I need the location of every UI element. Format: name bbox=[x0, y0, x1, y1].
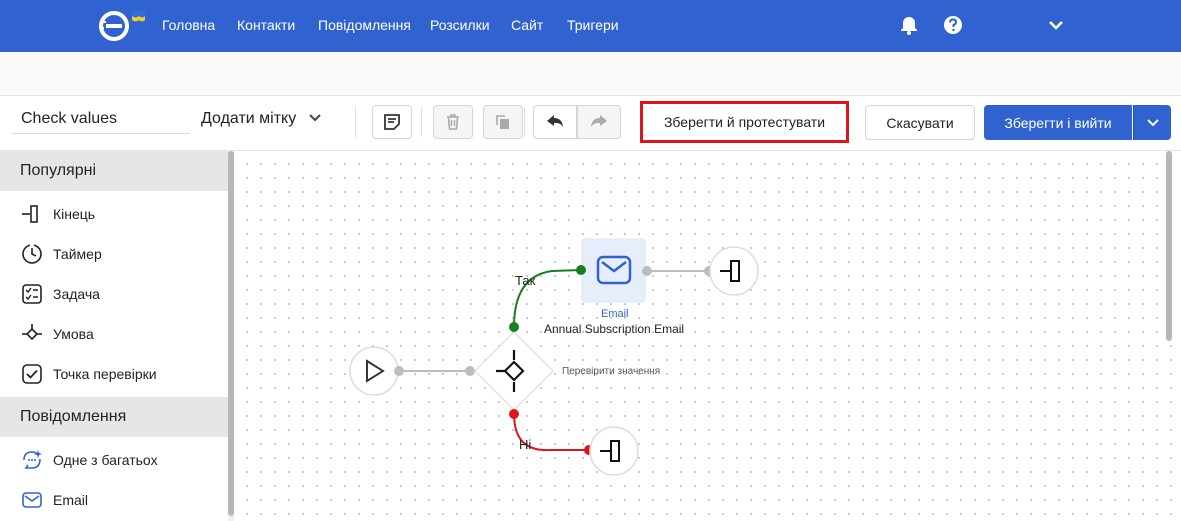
email-node-title: Annual Subscription Email bbox=[544, 322, 685, 336]
workflow-graph bbox=[349, 238, 759, 476]
condition-input-port[interactable] bbox=[465, 366, 475, 376]
condition-yes-port[interactable] bbox=[509, 322, 519, 332]
start-output-port[interactable] bbox=[394, 366, 404, 376]
email-output-port[interactable] bbox=[642, 266, 652, 276]
workflow-diagram: Так Ні Email Annual Subscription Email П… bbox=[0, 0, 1181, 521]
start-node[interactable] bbox=[349, 346, 399, 396]
email-node-type: Email bbox=[601, 308, 629, 320]
end-node-after-no[interactable] bbox=[589, 426, 639, 476]
end-node-after-email[interactable] bbox=[709, 246, 759, 296]
condition-node-title: Перевірити значення bbox=[562, 366, 661, 377]
email-input-port[interactable] bbox=[576, 265, 586, 275]
email-node[interactable] bbox=[581, 238, 646, 303]
yes-branch-label: Так bbox=[515, 273, 536, 288]
condition-node[interactable] bbox=[473, 330, 555, 412]
no-branch-label: Ні bbox=[519, 437, 532, 452]
condition-no-port[interactable] bbox=[509, 409, 519, 419]
